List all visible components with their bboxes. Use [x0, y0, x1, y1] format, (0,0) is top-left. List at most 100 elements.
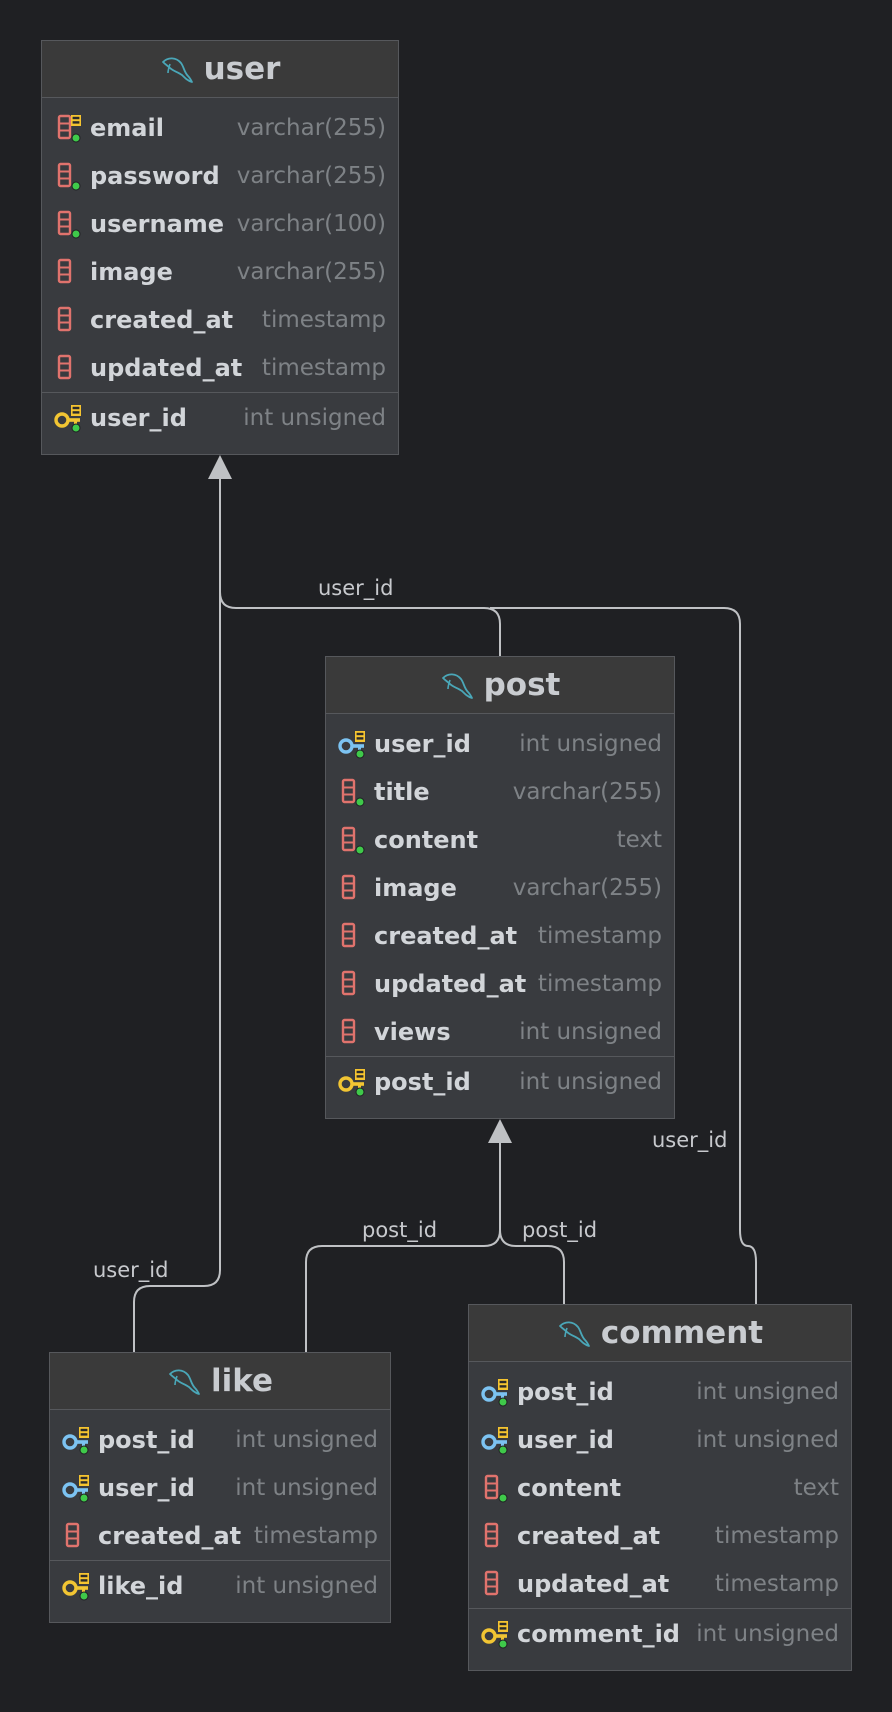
column-type: timestamp [714, 1523, 839, 1549]
column-list: post_id int unsigned user_id int unsigned cr… [50, 1410, 390, 1560]
column-list: post_id int unsigned user_id int unsigned co… [469, 1362, 851, 1608]
column-row[interactable]: username varchar(100) [42, 200, 398, 248]
table-title: comment [600, 1315, 764, 1351]
index-column-icon [54, 113, 84, 143]
table-header[interactable]: post [326, 657, 674, 714]
column-type: int unsigned [696, 1427, 839, 1453]
column-type: int unsigned [235, 1475, 378, 1501]
column-type: varchar(255) [236, 259, 386, 285]
column-notnull-icon [54, 209, 84, 239]
column-name: content [517, 1474, 622, 1502]
column-row[interactable]: content text [326, 816, 674, 864]
column-name: created_at [90, 306, 234, 334]
primary-key-section: comment_id int unsigned [469, 1609, 851, 1659]
table-title: post [483, 667, 561, 703]
column-notnull-icon [338, 777, 368, 807]
column-row[interactable]: password varchar(255) [42, 152, 398, 200]
column-icon [54, 305, 84, 335]
column-type: timestamp [253, 1523, 378, 1549]
column-type: int unsigned [243, 405, 386, 431]
primary-key-section: post_id int unsigned [326, 1057, 674, 1107]
column-notnull-icon [338, 825, 368, 855]
column-row[interactable]: created_at timestamp [326, 912, 674, 960]
arrowhead-post [488, 1119, 512, 1143]
column-row[interactable]: user_id int unsigned [326, 720, 674, 768]
column-type: timestamp [537, 971, 662, 997]
mysql-dolphin-icon [169, 1369, 200, 1395]
column-icon [54, 353, 84, 383]
primary-key-icon [54, 403, 84, 433]
column-row[interactable]: title varchar(255) [326, 768, 674, 816]
column-row[interactable]: content text [469, 1464, 851, 1512]
column-type: varchar(255) [512, 779, 662, 805]
column-row[interactable]: post_id int unsigned [469, 1368, 851, 1416]
column-type: varchar(255) [236, 115, 386, 141]
column-icon [338, 969, 368, 999]
edge-like-user [133, 478, 221, 1352]
primary-key-icon [338, 1067, 368, 1097]
table-header[interactable]: comment [469, 1305, 851, 1362]
column-icon [338, 873, 368, 903]
edge-post-user [219, 478, 501, 656]
primary-key-icon [62, 1571, 92, 1601]
column-type: text [793, 1475, 839, 1501]
mysql-dolphin-icon [441, 673, 473, 699]
column-type: int unsigned [519, 1069, 662, 1095]
column-row[interactable]: updated_at timestamp [469, 1560, 851, 1608]
column-list: user_id int unsigned title varchar(255) cont… [326, 714, 674, 1056]
column-row[interactable]: user_id int unsigned [469, 1416, 851, 1464]
table-title: like [210, 1363, 274, 1399]
column-name: user_id [374, 730, 471, 758]
column-row[interactable]: post_id int unsigned [50, 1416, 390, 1464]
table-comment[interactable]: comment post_id int unsigned user_id int uns… [468, 1304, 852, 1671]
column-type: text [616, 827, 662, 853]
edge-label-post-user: user_id [318, 576, 394, 600]
column-name: image [90, 258, 173, 286]
table-user[interactable]: user email varchar(255) password varchar(255… [41, 40, 399, 455]
column-name: content [374, 826, 479, 854]
column-icon [62, 1521, 92, 1551]
column-row[interactable]: created_at timestamp [50, 1512, 390, 1560]
table-header[interactable]: user [42, 41, 398, 98]
primary-key-row[interactable]: like_id int unsigned [50, 1561, 390, 1611]
column-name: like_id [98, 1572, 184, 1600]
primary-key-row[interactable]: user_id int unsigned [42, 393, 398, 443]
column-type: varchar(255) [512, 875, 662, 901]
column-name: user_id [517, 1426, 614, 1454]
edge-label-comment-post: post_id [522, 1218, 598, 1242]
column-row[interactable]: user_id int unsigned [50, 1464, 390, 1512]
column-row[interactable]: image varchar(255) [326, 864, 674, 912]
column-name: views [374, 1018, 451, 1046]
edge-label-like-user: user_id [93, 1258, 169, 1282]
column-name: updated_at [374, 970, 527, 998]
column-type: int unsigned [696, 1379, 839, 1405]
primary-key-section: like_id int unsigned [50, 1561, 390, 1611]
column-row[interactable]: created_at timestamp [42, 296, 398, 344]
table-header[interactable]: like [50, 1353, 390, 1410]
column-row[interactable]: updated_at timestamp [42, 344, 398, 392]
column-type: int unsigned [519, 731, 662, 757]
column-icon [481, 1521, 511, 1551]
primary-key-row[interactable]: post_id int unsigned [326, 1057, 674, 1107]
column-name: created_at [374, 922, 518, 950]
column-name: email [90, 114, 164, 142]
column-name: post_id [517, 1378, 614, 1406]
column-row[interactable]: updated_at timestamp [326, 960, 674, 1008]
column-row[interactable]: views int unsigned [326, 1008, 674, 1056]
column-type: timestamp [714, 1571, 839, 1597]
column-notnull-icon [481, 1473, 511, 1503]
primary-key-row[interactable]: comment_id int unsigned [469, 1609, 851, 1659]
column-icon [54, 257, 84, 287]
primary-key-icon [481, 1619, 511, 1649]
column-name: image [374, 874, 457, 902]
table-post[interactable]: post user_id int unsigned title varchar(255)… [325, 656, 675, 1119]
foreign-key-icon [481, 1377, 511, 1407]
column-name: created_at [517, 1522, 661, 1550]
foreign-key-icon [481, 1425, 511, 1455]
column-row[interactable]: created_at timestamp [469, 1512, 851, 1560]
column-row[interactable]: email varchar(255) [42, 104, 398, 152]
column-type: timestamp [537, 923, 662, 949]
column-row[interactable]: image varchar(255) [42, 248, 398, 296]
table-like[interactable]: like post_id int unsigned user_id int unsign… [49, 1352, 391, 1623]
column-icon [338, 921, 368, 951]
